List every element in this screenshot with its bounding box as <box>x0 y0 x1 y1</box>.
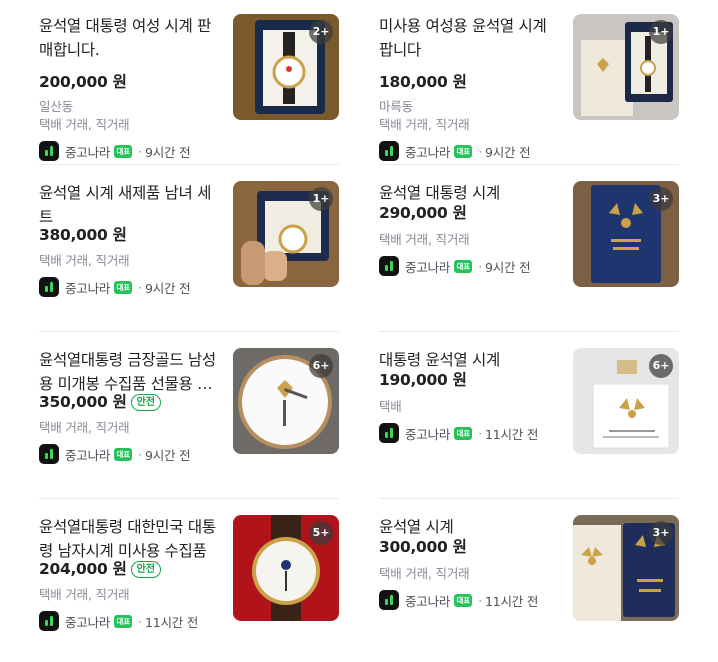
listing-time: 9시간 전 <box>144 144 191 160</box>
listing-source: 중고나라 대표 · 9시간 전 <box>379 256 531 276</box>
listing-card[interactable]: 윤석열 시계 새제품 남녀 세트 380,000 원 택배 거래, 직거래 중고… <box>39 181 339 297</box>
joongna-app-icon <box>39 277 59 297</box>
listing-thumbnail[interactable]: 6+ <box>233 348 339 454</box>
listing-source: 중고나라 대표 · 9시간 전 <box>39 141 191 161</box>
listing-price: 380,000 원 <box>39 226 127 244</box>
listing-delivery: 택배 거래, 직거래 <box>379 566 470 581</box>
listing-title[interactable]: 윤석열대통령 대한민국 대통령 남자시계 미사용 수집품 <box>39 515 219 563</box>
source-name: 중고나라 <box>405 259 451 275</box>
photo-count-badge: 6+ <box>649 354 673 378</box>
listing-thumbnail[interactable]: 1+ <box>573 14 679 120</box>
listing-price: 290,000 원 <box>379 204 467 222</box>
divider <box>379 498 679 499</box>
listing-thumbnail[interactable]: 2+ <box>233 14 339 120</box>
ad-badge: 대표 <box>114 614 133 628</box>
listing-source: 중고나라 대표 · 9시간 전 <box>39 277 191 297</box>
listing-source: 중고나라 대표 · 11시간 전 <box>39 611 198 631</box>
source-name: 중고나라 <box>405 426 451 442</box>
listing-thumbnail[interactable]: 5+ <box>233 515 339 621</box>
photo-count-badge: 3+ <box>649 187 673 211</box>
source-name: 중고나라 <box>65 614 111 630</box>
listing-time: 11시간 전 <box>484 593 539 609</box>
listing-card[interactable]: 미사용 여성용 윤석열 시계 팝니다 180,000 원 마륵동 택배 거래, … <box>379 14 679 161</box>
listing-title[interactable]: 윤석열 시계 새제품 남녀 세트 <box>39 181 219 229</box>
listing-time: 9시간 전 <box>484 144 531 160</box>
photo-count-badge: 2+ <box>309 20 333 44</box>
listing-card[interactable]: 윤석열 대통령 여성 시계 판매합니다. 200,000 원 일산동 택배 거래… <box>39 14 339 161</box>
listing-location: 마륵동 <box>379 99 413 114</box>
listing-location: 일산동 <box>39 99 73 114</box>
photo-count-badge: 1+ <box>309 187 333 211</box>
ad-badge: 대표 <box>454 144 473 158</box>
joongna-app-icon <box>379 256 399 276</box>
source-name: 중고나라 <box>405 593 451 609</box>
divider <box>379 331 679 332</box>
listing-source: 중고나라 대표 · 9시간 전 <box>39 444 191 464</box>
listing-source: 중고나라 대표 · 11시간 전 <box>379 423 538 443</box>
listing-time: 11시간 전 <box>144 614 199 630</box>
listing-source: 중고나라 대표 · 11시간 전 <box>379 590 538 610</box>
listing-price: 350,000 원 <box>39 393 127 411</box>
listing-title[interactable]: 윤석열대통령 금장골드 남성용 미개봉 수집품 선물용 시계 <box>39 348 219 396</box>
ad-badge: 대표 <box>114 280 133 294</box>
safe-payment-badge: 안전 <box>130 393 161 411</box>
ad-badge: 대표 <box>114 144 133 158</box>
joongna-app-icon <box>379 590 399 610</box>
joongna-app-icon <box>39 611 59 631</box>
listing-price: 204,000 원 <box>39 560 127 578</box>
photo-count-badge: 1+ <box>649 20 673 44</box>
joongna-app-icon <box>379 141 399 161</box>
listing-time: 11시간 전 <box>484 426 539 442</box>
listing-delivery: 택배 거래, 직거래 <box>39 253 130 268</box>
ad-badge: 대표 <box>114 447 133 461</box>
listing-delivery: 택배 거래, 직거래 <box>379 117 470 132</box>
listing-thumbnail[interactable]: 3+ <box>573 515 679 621</box>
joongna-app-icon <box>379 423 399 443</box>
listing-thumbnail[interactable]: 6+ <box>573 348 679 454</box>
listing-card[interactable]: 윤석열 시계 300,000 원 택배 거래, 직거래 중고나라 대표 · 11… <box>379 515 679 621</box>
photo-count-badge: 6+ <box>309 354 333 378</box>
listing-price: 300,000 원 <box>379 538 467 556</box>
source-name: 중고나라 <box>405 144 451 160</box>
listing-price: 190,000 원 <box>379 371 467 389</box>
photo-count-badge: 5+ <box>309 521 333 545</box>
photo-count-badge: 3+ <box>649 521 673 545</box>
listing-title[interactable]: 윤석열 대통령 여성 시계 판매합니다. <box>39 14 219 62</box>
listing-time: 9시간 전 <box>484 259 531 275</box>
listing-card[interactable]: 윤석열대통령 금장골드 남성용 미개봉 수집품 선물용 시계 350,000 원… <box>39 348 339 464</box>
listing-delivery: 택배 거래, 직거래 <box>39 117 130 132</box>
source-name: 중고나라 <box>65 280 111 296</box>
listing-source: 중고나라 대표 · 9시간 전 <box>379 141 531 161</box>
divider <box>39 331 339 332</box>
ad-badge: 대표 <box>454 259 473 273</box>
listing-delivery: 택배 거래, 직거래 <box>39 587 130 602</box>
listing-price: 180,000 원 <box>379 73 467 91</box>
listing-delivery: 택배 거래, 직거래 <box>39 420 130 435</box>
source-name: 중고나라 <box>65 144 111 160</box>
ad-badge: 대표 <box>454 426 473 440</box>
listing-time: 9시간 전 <box>144 447 191 463</box>
listing-delivery: 택배 <box>379 399 402 414</box>
listing-time: 9시간 전 <box>144 280 191 296</box>
ad-badge: 대표 <box>454 593 473 607</box>
divider <box>379 164 679 165</box>
listing-title[interactable]: 미사용 여성용 윤석열 시계 팝니다 <box>379 14 559 62</box>
joongna-app-icon <box>39 444 59 464</box>
listing-price: 200,000 원 <box>39 73 127 91</box>
listing-delivery: 택배 거래, 직거래 <box>379 232 470 247</box>
listing-card[interactable]: 윤석열대통령 대한민국 대통령 남자시계 미사용 수집품 204,000 원 안… <box>39 515 339 631</box>
listing-thumbnail[interactable]: 1+ <box>233 181 339 287</box>
listing-thumbnail[interactable]: 3+ <box>573 181 679 287</box>
divider <box>39 498 339 499</box>
listing-card[interactable]: 윤석열 대통령 시계 290,000 원 택배 거래, 직거래 중고나라 대표 … <box>379 181 679 287</box>
source-name: 중고나라 <box>65 447 111 463</box>
divider <box>39 164 339 165</box>
listing-card[interactable]: 대통령 윤석열 시계 190,000 원 택배 중고나라 대표 · 11시간 전… <box>379 348 679 454</box>
safe-payment-badge: 안전 <box>130 560 161 578</box>
joongna-app-icon <box>39 141 59 161</box>
